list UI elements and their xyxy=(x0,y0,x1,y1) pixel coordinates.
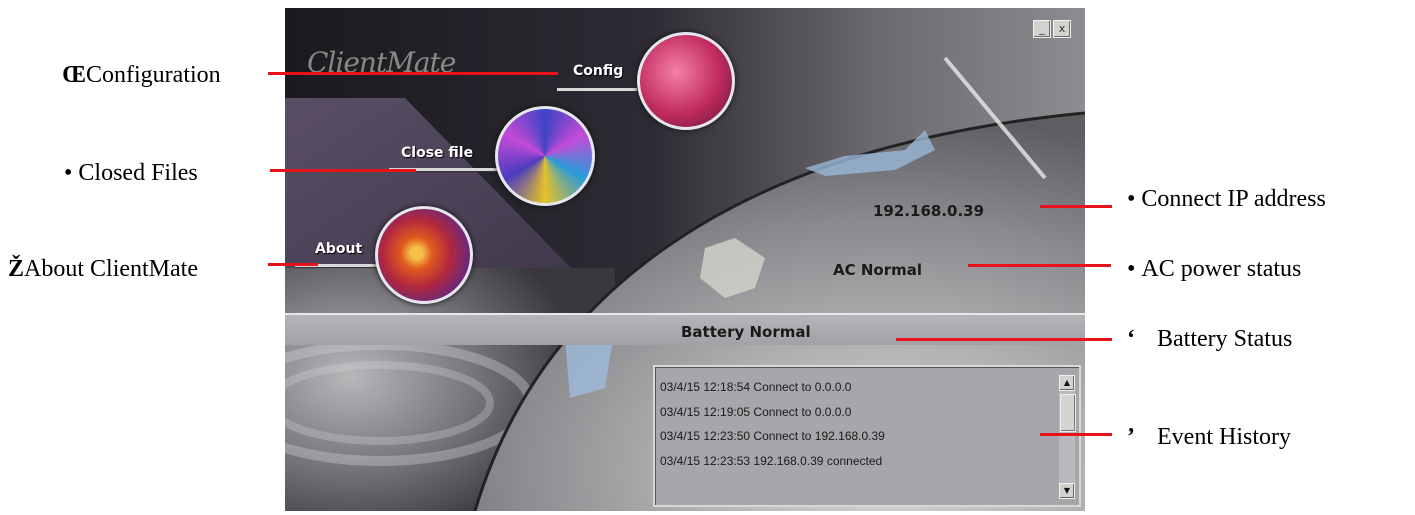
annotation-closed-files: • Closed Files xyxy=(64,160,198,187)
annotation-marker: • xyxy=(1127,186,1136,212)
battery-status-text: Battery Normal xyxy=(681,323,811,341)
annotation-line-events xyxy=(1040,433,1112,436)
annotation-ac: • AC power status xyxy=(1127,256,1301,283)
annotation-configuration: ŒConfiguration xyxy=(62,62,221,89)
annotation-about: ŽAbout ClientMate xyxy=(8,256,198,283)
annotation-line-battery xyxy=(896,338,1112,341)
annotation-label: Event History xyxy=(1157,424,1291,450)
annotation-line-about xyxy=(268,263,318,266)
scroll-thumb[interactable] xyxy=(1060,394,1076,432)
annotation-marker: • xyxy=(64,160,73,186)
scroll-down-icon[interactable]: ▼ xyxy=(1059,483,1075,499)
annotation-marker: Ž xyxy=(8,256,25,282)
config-menu-line xyxy=(557,88,637,91)
scroll-up-icon[interactable]: ▲ xyxy=(1059,375,1075,391)
event-scrollbar[interactable]: ▲ ▼ xyxy=(1059,375,1076,499)
minimize-button[interactable]: _ xyxy=(1033,20,1051,38)
annotation-label: Connect IP address xyxy=(1141,186,1326,212)
about-orb-button[interactable] xyxy=(375,206,473,304)
annotation-label: About ClientMate xyxy=(24,256,198,282)
close-file-orb-button[interactable] xyxy=(495,106,595,206)
annotation-events: ’ Event History xyxy=(1127,424,1291,451)
annotation-marker: ‘ xyxy=(1127,326,1135,352)
about-menu-label[interactable]: About xyxy=(315,241,362,257)
annotation-marker: Œ xyxy=(62,62,86,88)
event-item: 03/4/15 12:18:54 Connect to 0.0.0.0 xyxy=(660,380,852,394)
annotation-line-configuration xyxy=(268,72,558,75)
ac-status-text: AC Normal xyxy=(833,261,922,279)
ip-address-text: 192.168.0.39 xyxy=(873,202,985,220)
config-orb-button[interactable] xyxy=(637,32,735,130)
annotation-line-ip xyxy=(1040,205,1112,208)
annotation-marker: • xyxy=(1127,256,1136,282)
annotation-battery: ‘ Battery Status xyxy=(1127,326,1292,353)
event-item: 03/4/15 12:23:50 Connect to 192.168.0.39 xyxy=(660,429,885,443)
annotation-ip: • Connect IP address xyxy=(1127,186,1326,213)
event-item: 03/4/15 12:19:05 Connect to 0.0.0.0 xyxy=(660,404,852,419)
event-item: 03/4/15 12:23:53 192.168.0.39 connected xyxy=(660,453,883,468)
annotation-label: Configuration xyxy=(86,62,221,88)
close-window-button[interactable]: x xyxy=(1053,20,1071,38)
annotation-marker: ’ xyxy=(1127,424,1135,450)
config-menu-label[interactable]: Config xyxy=(573,63,623,79)
annotation-line-closed-files xyxy=(270,169,416,172)
annotation-label: Closed Files xyxy=(78,160,198,186)
annotation-line-ac xyxy=(968,264,1111,267)
annotation-label: Battery Status xyxy=(1157,326,1293,352)
clientmate-window: _ x ClientMate Config Close file About 1… xyxy=(285,8,1085,511)
event-history-panel[interactable]: 03/4/15 12:18:54 Connect to 0.0.0.0 03/4… xyxy=(653,365,1081,507)
event-list: 03/4/15 12:18:54 Connect to 0.0.0.0 03/4… xyxy=(660,375,1050,473)
annotation-label: AC power status xyxy=(1141,256,1302,282)
close-file-menu-label[interactable]: Close file xyxy=(401,145,473,161)
